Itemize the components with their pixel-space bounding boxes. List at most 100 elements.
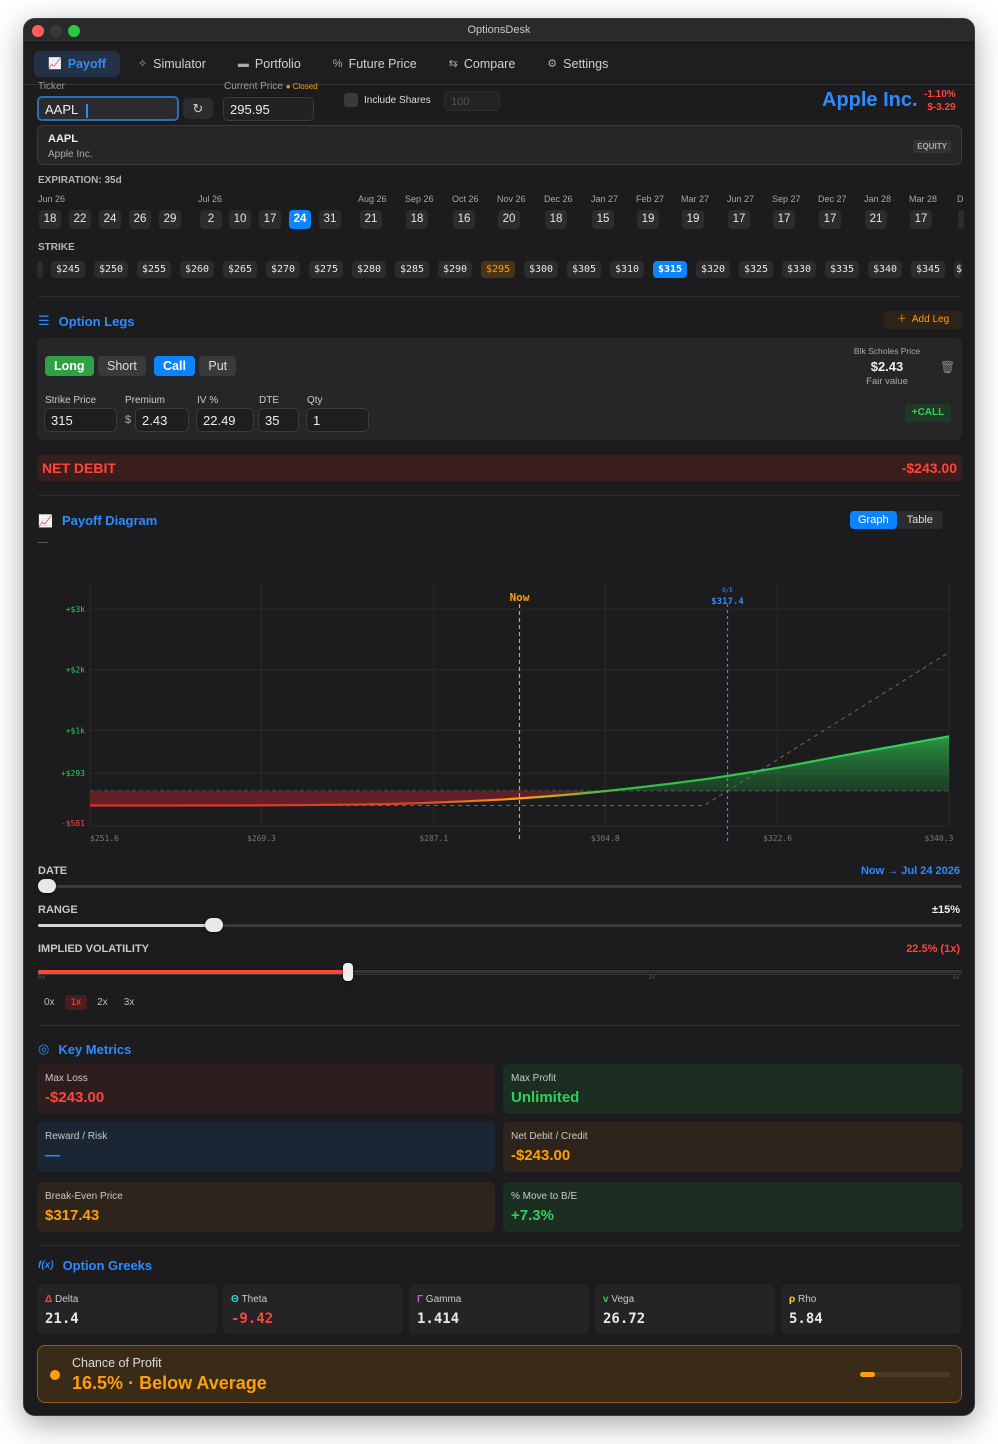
strike-chip[interactable]: $315	[653, 261, 688, 278]
greek-name: Theta	[241, 1294, 268, 1305]
short-button[interactable]: Short	[98, 356, 146, 376]
table-button[interactable]: Table	[897, 511, 943, 529]
expiration-date-chip[interactable]: 17	[819, 210, 841, 229]
dte-input[interactable]: 35	[258, 408, 299, 432]
expiration-date-chip[interactable]: 18	[39, 210, 61, 229]
qty-input[interactable]: 1	[306, 408, 369, 432]
expiration-date-chip[interactable]: 24	[99, 210, 121, 229]
strike-chip[interactable]: $255	[137, 261, 172, 278]
date-slider[interactable]	[38, 885, 962, 888]
strike-chip[interactable]: $275	[309, 261, 344, 278]
greeks-header: f(x) Option Greeks	[38, 1258, 152, 1273]
tab-future-price[interactable]: % Future Price	[319, 51, 431, 77]
add-leg-button[interactable]: ＋ Add Leg	[884, 311, 962, 329]
break-even-label: Break-Even Price	[45, 1191, 123, 1202]
gear-icon: ⚙	[547, 58, 558, 70]
strike-chip[interactable]: $270	[266, 261, 301, 278]
strike-chip[interactable]: $280	[352, 261, 387, 278]
strike-chip[interactable]: $345	[911, 261, 946, 278]
iv-slider-thumb[interactable]	[342, 963, 353, 981]
iv-preset-1x[interactable]: 1x	[64, 995, 88, 1010]
strike-chip[interactable]: $250	[94, 261, 129, 278]
strike-chip[interactable]: $	[954, 261, 962, 278]
function-icon: f(x)	[38, 1260, 54, 1271]
tab-label: Portfolio	[254, 56, 301, 71]
expiration-date-chip[interactable]: 26	[129, 210, 151, 229]
iv-input[interactable]: 22.49	[196, 408, 254, 432]
iv-preset-3x[interactable]: 3x	[118, 995, 141, 1010]
delta-icon: Δ	[45, 1294, 53, 1305]
expiration-date-chip[interactable]: 18	[545, 210, 567, 229]
premium-input[interactable]: 2.43	[135, 408, 189, 432]
net-debit-credit-value: -$243.00	[511, 1147, 571, 1164]
graph-button[interactable]: Graph	[850, 511, 897, 529]
strike-chip[interactable]: $340	[868, 261, 903, 278]
expiration-date-chip[interactable]: 19	[637, 210, 659, 229]
premium-label: Premium	[125, 395, 166, 406]
expiration-month-label: Jan 28	[864, 194, 892, 204]
expiration-date-chip[interactable]: 31	[319, 210, 341, 229]
expiration-date-chip[interactable]: 17	[773, 210, 795, 229]
date-slider-thumb[interactable]	[38, 879, 56, 893]
iv-preset-0x[interactable]: 0x	[38, 995, 61, 1010]
refresh-button[interactable]: ↻	[183, 98, 213, 119]
strike-chip[interactable]: $260	[180, 261, 215, 278]
expiration-month-label: Sep 26	[405, 194, 434, 204]
tab-simulator[interactable]: ✧ Simulator	[124, 51, 220, 77]
strike-chip[interactable]: $320	[696, 261, 731, 278]
tab-compare[interactable]: ⇆ Compare	[435, 51, 530, 77]
expiration-date-chip[interactable]: 19	[682, 210, 704, 229]
expiration-date-chip[interactable]: 20	[498, 210, 520, 229]
move-to-be-label: % Move to B/E	[511, 1191, 578, 1202]
strike-chip[interactable]: $310	[610, 261, 645, 278]
expiration-date-chip[interactable]: 24	[289, 210, 311, 229]
shares-input[interactable]: 100	[444, 91, 500, 111]
expiration-month-label: D	[957, 194, 964, 204]
expiration-date-chip[interactable]: 10	[229, 210, 251, 229]
ticker-suggestion[interactable]: AAPL Apple Inc. EQUITY	[37, 125, 962, 165]
long-button[interactable]: Long	[45, 356, 94, 376]
y-tick-label: -$581	[61, 819, 85, 828]
reward-risk-card: Reward / Risk —	[37, 1122, 495, 1172]
expiration-date-chip[interactable]: 22	[69, 210, 91, 229]
call-button[interactable]: Call	[154, 356, 195, 376]
expiration-date-chip[interactable]: 21	[360, 210, 382, 229]
strike-chip[interactable]: $325	[739, 261, 774, 278]
strike-chip[interactable]: $330	[782, 261, 817, 278]
strike-chip[interactable]: $285	[395, 261, 430, 278]
title-bar: OptionsDesk	[24, 19, 974, 43]
strike-price-input[interactable]: 315	[44, 408, 117, 432]
expiration-date-chip[interactable]: 18	[406, 210, 428, 229]
suggestion-name: Apple Inc.	[48, 149, 93, 160]
expiration-date-chip[interactable]: 2	[200, 210, 222, 229]
expiration-month-label: Aug 26	[358, 194, 387, 204]
expiration-date-chip[interactable]: 16	[453, 210, 475, 229]
tab-portfolio[interactable]: ▬ Portfolio	[224, 51, 315, 77]
strike-chip[interactable]: $295	[481, 261, 516, 278]
tab-payoff[interactable]: 📈 Payoff	[34, 50, 120, 77]
ticker-input[interactable]: AAPL	[37, 96, 179, 121]
iv-preset-2x[interactable]: 2x	[91, 995, 114, 1010]
strike-chip[interactable]: $300	[524, 261, 559, 278]
current-price-field[interactable]: 295.95	[223, 97, 314, 121]
expiration-date-chip[interactable]: 29	[159, 210, 181, 229]
include-shares-checkbox[interactable]	[344, 93, 358, 107]
expiration-date-chip[interactable]: 17	[910, 210, 932, 229]
expiration-date-chip[interactable]: 15	[592, 210, 614, 229]
strike-chip[interactable]	[37, 261, 43, 278]
expiration-date-chip[interactable]: 21	[865, 210, 887, 229]
strike-chip[interactable]: $335	[825, 261, 860, 278]
expiration-date-chip[interactable]: 17	[728, 210, 750, 229]
strike-chip[interactable]: $265	[223, 261, 258, 278]
strike-chip[interactable]: $245	[51, 261, 86, 278]
trash-icon[interactable]: 🗑	[940, 360, 955, 374]
tab-settings[interactable]: ⚙ Settings	[533, 51, 622, 77]
divider	[38, 296, 960, 297]
expiration-date-chip[interactable]	[958, 210, 964, 229]
strike-chip[interactable]: $290	[438, 261, 473, 278]
expiration-date-chip[interactable]: 17	[259, 210, 281, 229]
put-button[interactable]: Put	[199, 356, 237, 376]
range-slider-thumb[interactable]	[204, 918, 223, 932]
direction-toggle: Long Short	[45, 356, 146, 376]
strike-chip[interactable]: $305	[567, 261, 602, 278]
